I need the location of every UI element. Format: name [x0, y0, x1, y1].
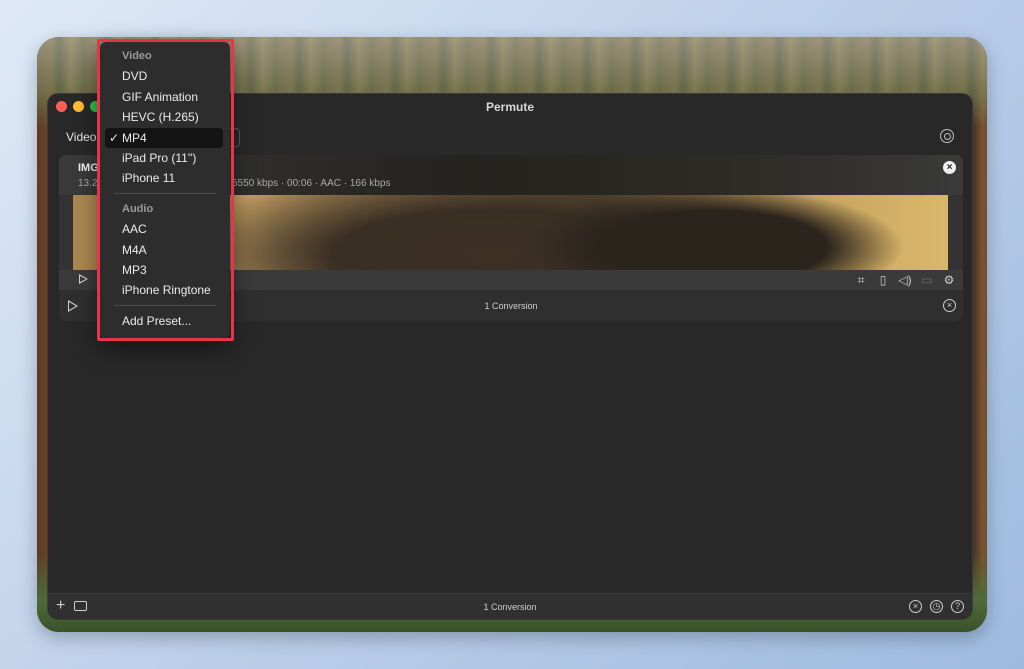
settings-icon[interactable]: [940, 129, 954, 143]
menu-separator: [114, 304, 216, 306]
checkmark-icon: ✓: [109, 130, 120, 145]
remove-file-button[interactable]: ×: [943, 161, 956, 174]
bottom-toolbar: + 1 Conversion × ◷ ?: [48, 593, 972, 619]
menu-item-m4a[interactable]: M4A: [100, 240, 230, 260]
subtitles-icon[interactable]: ▭: [919, 272, 935, 288]
bottom-right-icons: × ◷ ?: [909, 600, 964, 613]
menu-section-video: Video: [122, 50, 152, 62]
menu-item-mp3[interactable]: MP3: [100, 260, 230, 280]
window-title: Permute: [485, 100, 535, 114]
close-window-button[interactable]: [56, 101, 67, 112]
menu-item-hevc[interactable]: HEVC (H.265): [100, 107, 230, 127]
trim-icon[interactable]: ▯: [875, 272, 891, 288]
menu-item-dvd[interactable]: DVD: [100, 66, 230, 86]
start-conversion-icon[interactable]: [68, 300, 78, 312]
conversion-count: 1 Conversion: [484, 300, 538, 311]
menu-item-iphone-ringtone[interactable]: iPhone Ringtone: [100, 280, 230, 300]
file-settings-icon[interactable]: ⚙: [941, 272, 957, 288]
menu-item-mp4-label: MP4: [122, 130, 147, 145]
window-controls: [56, 101, 101, 112]
add-file-button[interactable]: +: [56, 597, 65, 615]
menu-item-ipad-pro[interactable]: iPad Pro (11''): [100, 148, 230, 168]
crop-icon[interactable]: ⌗: [853, 272, 869, 288]
preset-type-label: Video: [66, 130, 97, 144]
help-icon[interactable]: ?: [951, 600, 964, 613]
menu-item-iphone-11[interactable]: iPhone 11: [100, 168, 230, 188]
menu-section-audio: Audio: [122, 202, 154, 215]
menu-item-aac[interactable]: AAC: [100, 219, 230, 239]
clear-all-icon[interactable]: ×: [909, 600, 922, 613]
preset-dropdown-menu: Video DVD GIF Animation HEVC (H.265) ✓ M…: [100, 42, 230, 339]
media-browser-icon[interactable]: [74, 601, 87, 611]
cancel-conversion-icon[interactable]: ×: [943, 299, 956, 312]
file-size: 13.2: [78, 178, 98, 189]
file-tools: ⌗ ▯ ◁) ▭ ⚙: [853, 272, 957, 288]
volume-icon[interactable]: ◁): [897, 272, 913, 288]
menu-item-mp4[interactable]: ✓ MP4: [105, 127, 223, 148]
menu-item-add-preset[interactable]: Add Preset...: [100, 311, 230, 331]
clock-icon[interactable]: ◷: [930, 600, 943, 613]
minimize-window-button[interactable]: [73, 101, 84, 112]
play-preview-icon[interactable]: [79, 274, 88, 284]
bottom-conversion-count: 1 Conversion: [483, 601, 537, 612]
menu-item-gif-animation[interactable]: GIF Animation: [100, 87, 230, 107]
file-name: IMG: [78, 162, 99, 174]
menu-separator: [114, 192, 216, 194]
file-metadata: 5550 kbps · 00:06 · AAC · 166 kbps: [232, 178, 391, 189]
